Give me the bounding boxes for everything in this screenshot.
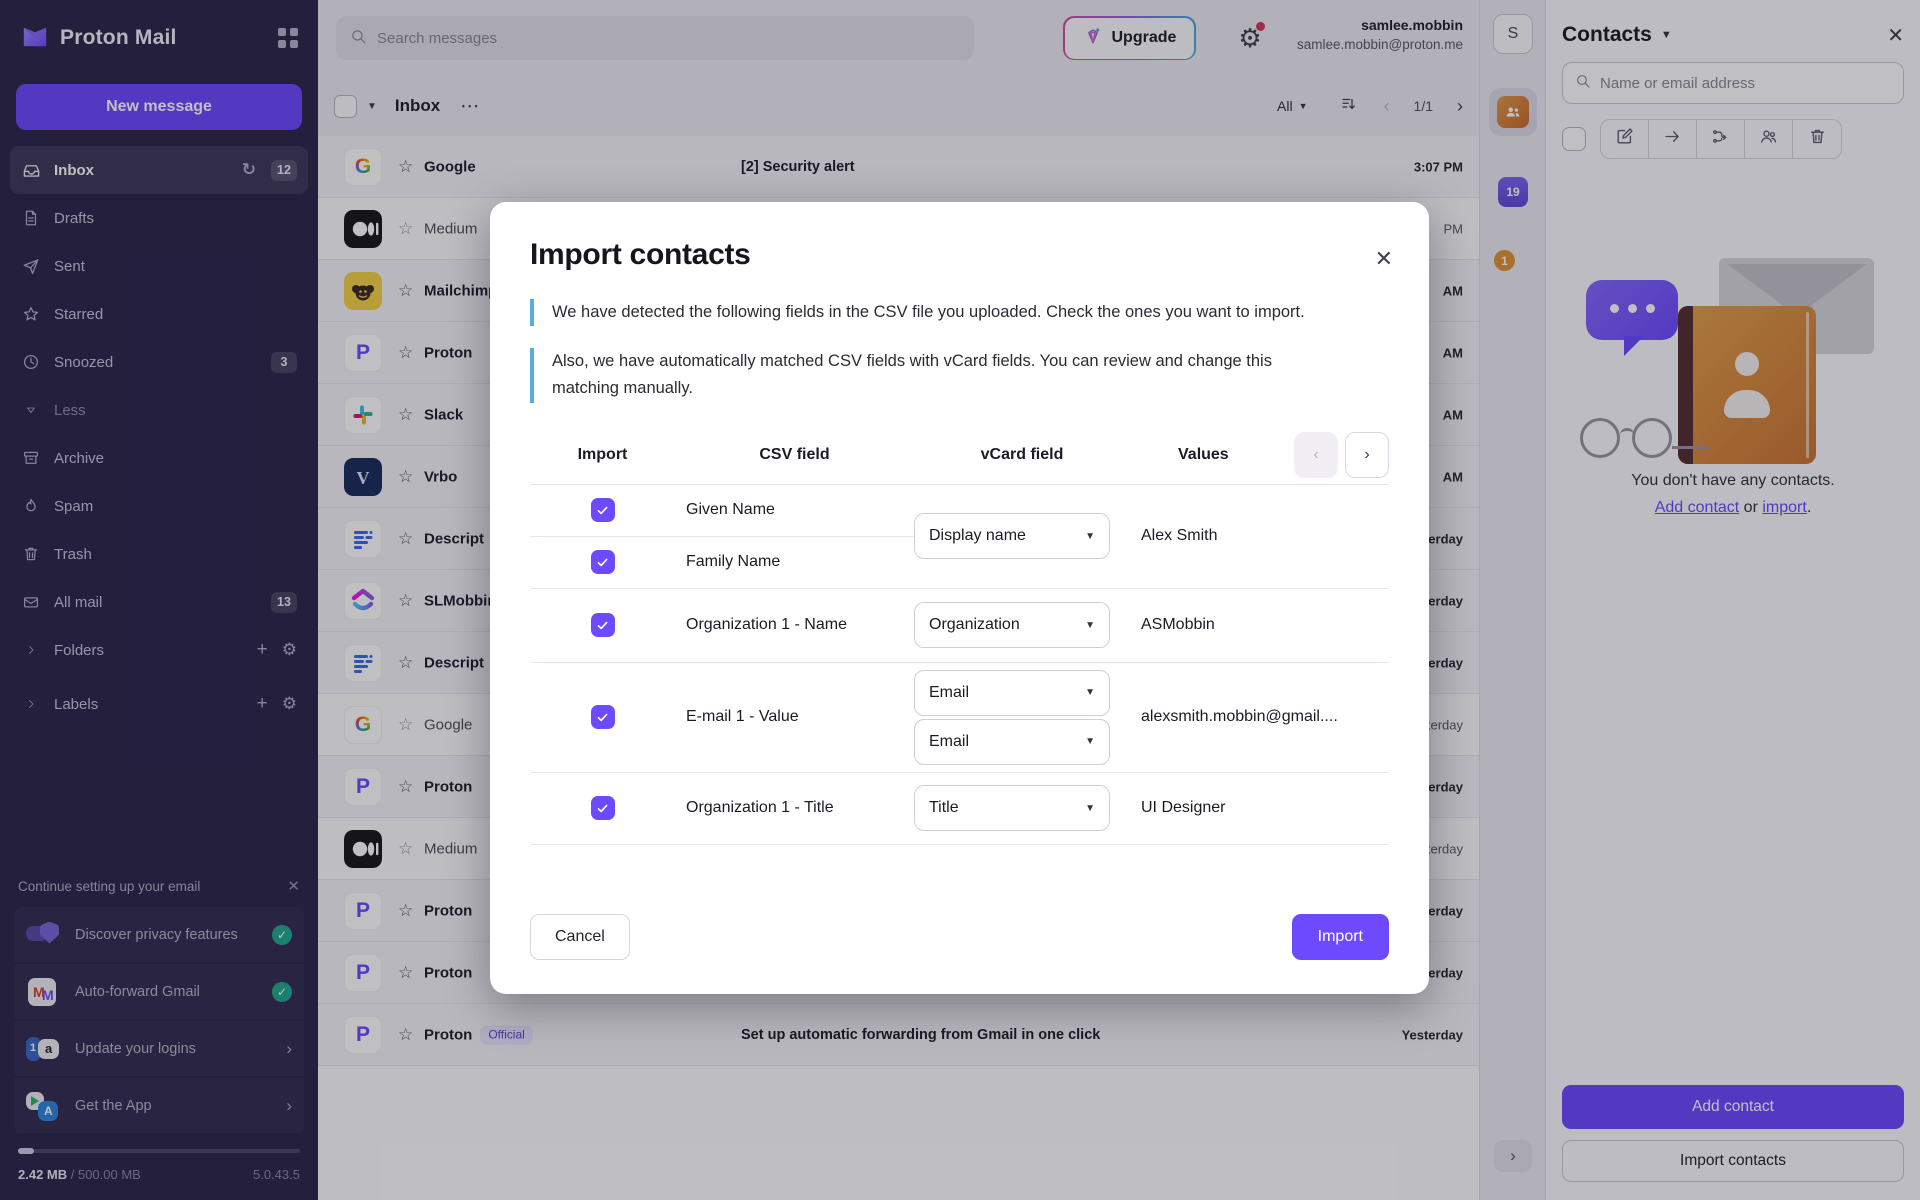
vcard-field-select[interactable]: Email▼ [914,670,1110,716]
csv-field-label: Given Name [675,501,914,519]
import-checkbox[interactable] [591,498,615,522]
csv-field-label: Organization 1 - Name [675,616,914,634]
values-next-button[interactable]: › [1345,432,1389,478]
vcard-field-select[interactable]: Display name▼ [914,513,1110,559]
vcard-field-select[interactable]: Title▼ [914,785,1110,831]
csv-field-label: Organization 1 - Title [675,799,914,817]
proton-mail-app: Proton Mail New message Inbox↻12DraftsSe… [0,0,1920,1200]
import-button[interactable]: Import [1292,914,1389,960]
import-checkbox[interactable] [591,550,615,574]
modal-title: Import contacts [530,238,1389,272]
mapping-row-group: E-mail 1 - ValueEmail▼Email▼ alexsmith.mo… [530,663,1389,773]
mapping-row-group: Organization 1 - NameOrganization▼ ASMobb… [530,589,1389,663]
import-checkbox[interactable] [591,796,615,820]
import-checkbox[interactable] [591,613,615,637]
mapping-row-group: Given Name Family NameDisplay name▼ Alex S… [530,485,1389,589]
mapping-table-body: Given Name Family NameDisplay name▼ Alex S… [530,485,1389,845]
import-contacts-modal: Import contacts ✕ We have detected the f… [490,202,1429,994]
mapped-value: ASMobbin [1130,616,1389,634]
mapped-value: UI Designer [1130,799,1389,817]
cancel-button[interactable]: Cancel [530,914,630,960]
mapped-value: alexsmith.mobbin@gmail.... [1130,708,1389,726]
mapping-row-group: Organization 1 - TitleTitle▼ UI Designer [530,773,1389,845]
csv-field-label: E-mail 1 - Value [675,708,914,726]
vcard-field-select[interactable]: Organization▼ [914,602,1110,648]
modal-info-2: Also, we have automatically matched CSV … [530,348,1320,402]
mapped-value: Alex Smith [1130,527,1389,545]
modal-info-1: We have detected the following fields in… [530,299,1320,326]
modal-close-icon[interactable]: ✕ [1375,248,1393,270]
mapping-table-header: Import CSV field vCard field Values ‹ › [530,427,1389,485]
vcard-field-select[interactable]: Email▼ [914,719,1110,765]
import-checkbox[interactable] [591,705,615,729]
values-prev-button[interactable]: ‹ [1294,432,1338,478]
csv-field-label: Family Name [675,553,914,571]
